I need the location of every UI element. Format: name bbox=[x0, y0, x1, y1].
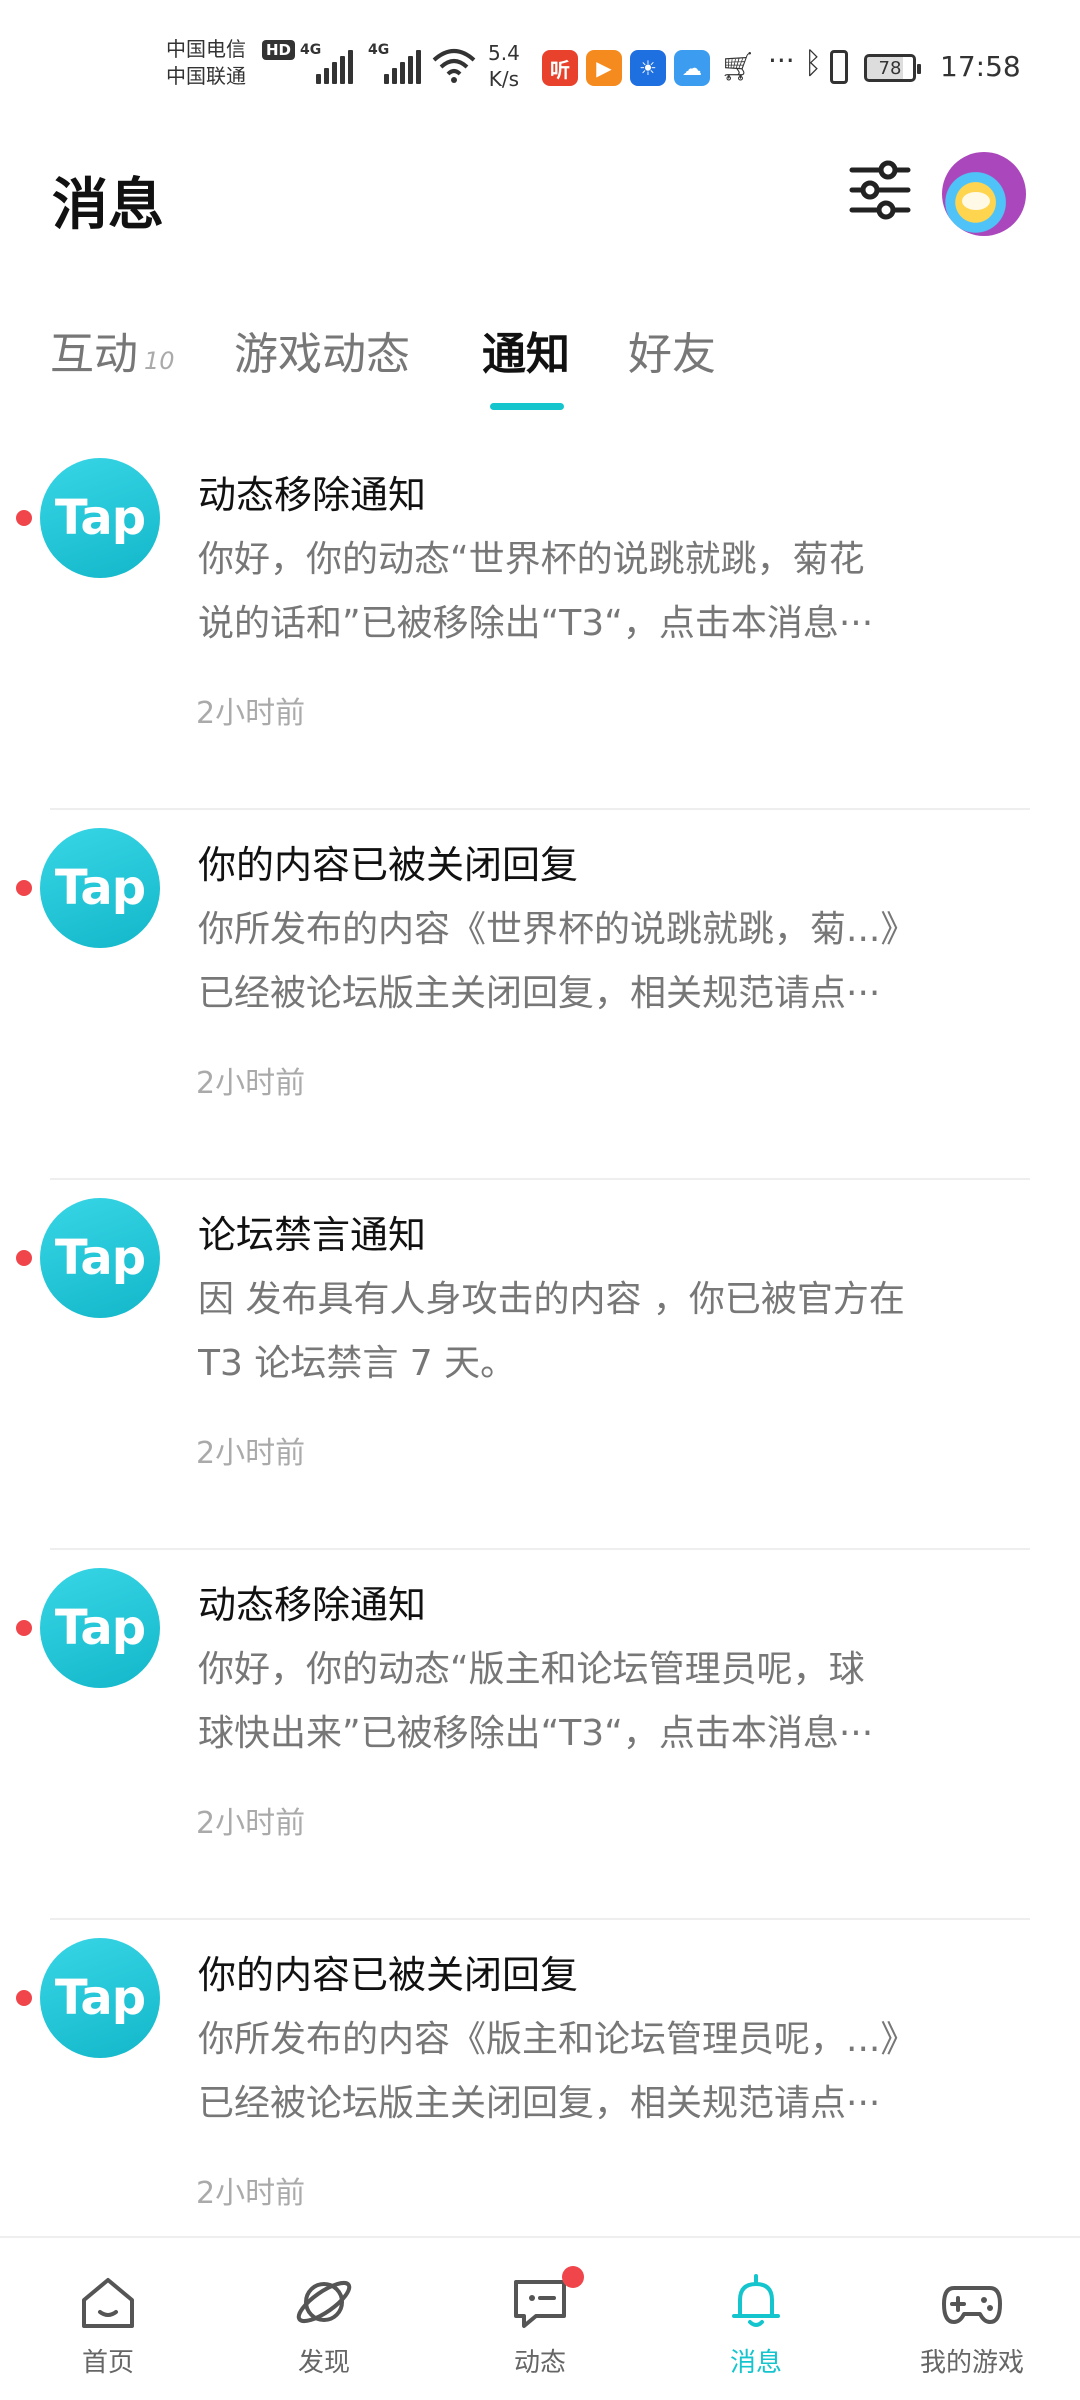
notification-time: 2小时前 bbox=[196, 1806, 306, 1841]
cloud-app-icon: ☁ bbox=[674, 50, 710, 86]
nav-label: 消息 bbox=[729, 2348, 782, 2378]
battery-icon: 78 bbox=[864, 54, 921, 82]
notification-item[interactable]: Tap 你的内容已被关闭回复 你所发布的内容《世界杯的说跳就跳，菊...》 已经… bbox=[0, 810, 1080, 1180]
nav-label: 发现 bbox=[297, 2348, 350, 2378]
tab-label: 游戏动态 bbox=[234, 329, 410, 380]
bluetooth-icon: ᛒ bbox=[804, 46, 822, 81]
video-app-icon: ▶ bbox=[586, 50, 622, 86]
taptap-logo-icon: Tap bbox=[40, 1568, 160, 1688]
notification-item[interactable]: Tap 你的内容已被关闭回复 你所发布的内容《版主和论坛管理员呢，...》 已经… bbox=[0, 1920, 1080, 2290]
notification-list: Tap 动态移除通知 你好，你的动态“世界杯的说跳就跳，菊花 说的话和”已被移除… bbox=[0, 440, 1080, 2290]
cart-icon: 🛒︎ bbox=[720, 50, 756, 83]
taptap-logo-icon: Tap bbox=[40, 458, 160, 578]
bell-icon bbox=[732, 2274, 780, 2327]
notification-item[interactable]: Tap 动态移除通知 你好，你的动态“版主和论坛管理员呢，球 球快出来”已被移除… bbox=[0, 1550, 1080, 1920]
nav-feed[interactable]: 动态 bbox=[432, 2238, 648, 2400]
tab-game-updates[interactable]: 游戏动态 bbox=[234, 318, 410, 382]
net-speed-value: 5.4 bbox=[488, 41, 520, 65]
notification-time: 2小时前 bbox=[196, 2176, 306, 2211]
tab-interaction[interactable]: 互动 10 bbox=[50, 318, 175, 382]
ting-app-icon: 听 bbox=[542, 50, 578, 86]
carrier-info: 中国电信 中国联通 bbox=[166, 36, 246, 90]
notification-body: 你所发布的内容《版主和论坛管理员呢，...》 已经被论坛版主关闭回复，相关规范请… bbox=[198, 2019, 917, 2124]
bottom-navigation: 首页 发现 动态 消息 我的游戏 bbox=[0, 2236, 1080, 2400]
notification-title: 动态移除通知 bbox=[198, 1583, 427, 1627]
notification-item[interactable]: Tap 论坛禁言通知 因 发布具有人身攻击的内容 ，你已被官方在 T3 论坛禁言… bbox=[0, 1180, 1080, 1550]
taptap-logo-icon: Tap bbox=[40, 1938, 160, 2058]
signal-icon-2: 4G bbox=[368, 42, 421, 84]
notification-time: 2小时前 bbox=[196, 1066, 306, 1101]
notification-body: 你好，你的动态“版主和论坛管理员呢，球 球快出来”已被移除出“T3“，点击本消息… bbox=[198, 1649, 874, 1754]
notification-body: 你好，你的动态“世界杯的说跳就跳，菊花 说的话和”已被移除出“T3“，点击本消息… bbox=[198, 539, 874, 644]
battery-level: 78 bbox=[878, 57, 902, 79]
tab-label: 互动 bbox=[50, 329, 138, 380]
notification-item[interactable]: Tap 动态移除通知 你好，你的动态“世界杯的说跳就跳，菊花 说的话和”已被移除… bbox=[0, 440, 1080, 810]
tab-count-badge: 10 bbox=[144, 347, 175, 375]
network-type-1: 4G bbox=[300, 42, 322, 58]
page-title: 消息 bbox=[52, 173, 164, 238]
nav-my-games[interactable]: 我的游戏 bbox=[864, 2238, 1080, 2400]
filter-settings-icon[interactable] bbox=[848, 158, 912, 222]
net-speed: 5.4 K/s bbox=[488, 40, 520, 92]
nav-messages[interactable]: 消息 bbox=[648, 2238, 864, 2400]
unread-dot bbox=[16, 880, 32, 896]
tab-label: 好友 bbox=[628, 329, 716, 380]
unread-dot bbox=[16, 1990, 32, 2006]
notification-title: 动态移除通知 bbox=[198, 473, 427, 517]
carrier-2: 中国联通 bbox=[166, 64, 246, 88]
avatar[interactable] bbox=[942, 152, 1026, 236]
taptap-logo-icon: Tap bbox=[40, 1198, 160, 1318]
bulb-app-icon: ☀ bbox=[630, 50, 666, 86]
wifi-icon bbox=[432, 49, 476, 83]
notification-title: 你的内容已被关闭回复 bbox=[198, 1953, 579, 1997]
nav-home[interactable]: 首页 bbox=[0, 2238, 216, 2400]
nav-label: 我的游戏 bbox=[919, 2348, 1024, 2378]
notification-title: 论坛禁言通知 bbox=[198, 1213, 427, 1257]
notification-body: 你所发布的内容《世界杯的说跳就跳，菊...》 已经被论坛版主关闭回复，相关规范请… bbox=[198, 909, 917, 1014]
signal-icon-1: 4G bbox=[300, 42, 353, 84]
unread-dot bbox=[16, 510, 32, 526]
clock: 17:58 bbox=[940, 50, 1021, 83]
taptap-logo-icon: Tap bbox=[40, 828, 160, 948]
message-tabs: 互动 10 游戏动态 通知 好友 bbox=[0, 318, 1080, 408]
status-bar: 中国电信 中国联通 HD 4G 4G 5.4 K/s 听 ▶ ☀ ☁ 🛒︎ ··… bbox=[0, 0, 1080, 130]
vibrate-icon bbox=[830, 50, 848, 84]
tab-label: 通知 bbox=[482, 329, 570, 380]
net-speed-unit: K/s bbox=[488, 67, 520, 91]
notification-time: 2小时前 bbox=[196, 696, 306, 731]
carrier-1: 中国电信 bbox=[166, 37, 246, 61]
network-type-2: 4G bbox=[368, 42, 390, 58]
notification-body: 因 发布具有人身攻击的内容 ，你已被官方在 T3 论坛禁言 7 天。 bbox=[198, 1279, 905, 1384]
notification-time: 2小时前 bbox=[196, 1436, 306, 1471]
unread-dot bbox=[16, 1620, 32, 1636]
nav-discover[interactable]: 发现 bbox=[216, 2238, 432, 2400]
more-icon: ··· bbox=[768, 44, 795, 77]
home-icon bbox=[82, 2278, 134, 2328]
unread-dot bbox=[16, 1250, 32, 1266]
tab-notifications[interactable]: 通知 bbox=[482, 318, 570, 382]
active-tab-indicator bbox=[490, 403, 564, 410]
nav-label: 动态 bbox=[513, 2348, 566, 2378]
notification-title: 你的内容已被关闭回复 bbox=[198, 843, 579, 887]
planet-icon bbox=[296, 2280, 352, 2324]
gamepad-icon bbox=[942, 2286, 1002, 2324]
nav-label: 首页 bbox=[81, 2348, 134, 2378]
tab-friends[interactable]: 好友 bbox=[628, 318, 716, 382]
nav-badge-dot bbox=[562, 2266, 584, 2288]
hd-icon: HD bbox=[262, 40, 296, 60]
